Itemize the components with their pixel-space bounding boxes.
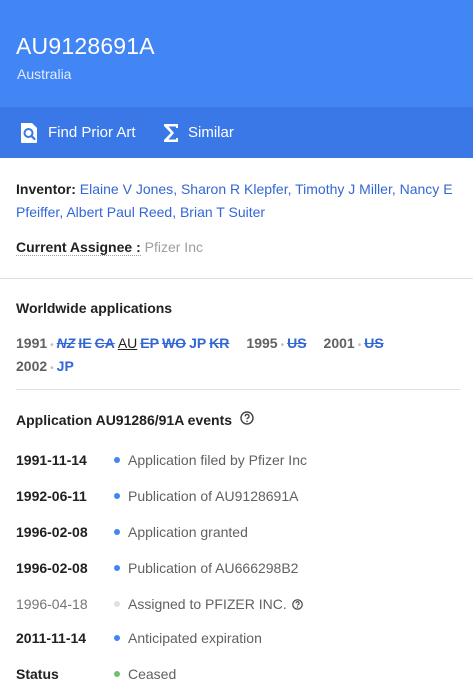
separator-dot: • (50, 363, 54, 374)
country-application-link[interactable]: JP (57, 358, 74, 374)
event-date: 1991-11-14 (16, 452, 87, 468)
event-status-dot (114, 601, 120, 607)
application-year: 1995 (246, 335, 278, 351)
event-row: 1996-04-18 Assigned to PFIZER INC. (16, 593, 456, 615)
search-document-icon (19, 122, 39, 144)
event-date: 1992-06-11 (16, 488, 87, 504)
similar-label: Similar (188, 124, 234, 141)
inventor-link[interactable]: Sharon R Klepfer (181, 181, 288, 197)
separator-dot: • (50, 340, 54, 351)
event-status-dot (114, 671, 120, 677)
country-application-link[interactable]: KR (209, 335, 229, 351)
event-date: 1996-02-08 (16, 524, 88, 540)
country-application-link[interactable]: AU (118, 335, 137, 351)
event-date: 1996-04-18 (16, 596, 88, 612)
event-title: Publication of AU9128691A (128, 488, 299, 504)
event-date: 1996-02-08 (16, 560, 88, 576)
country-application-link[interactable]: JP (189, 335, 206, 351)
event-title: Application filed by Pfizer Inc (128, 452, 307, 468)
application-year: 2001 (323, 335, 355, 351)
current-assignee-value: Pfizer Inc (144, 239, 203, 255)
action-toolbar: Find Prior Art Similar (0, 107, 473, 158)
event-date: Status (16, 666, 59, 682)
country-application-link[interactable]: NZ (57, 335, 76, 351)
event-row: Status Ceased (16, 663, 456, 685)
separator-dot: • (280, 340, 285, 351)
event-status-dot (114, 565, 120, 571)
events-title: Application AU91286/91A events (16, 411, 233, 428)
find-prior-art-button[interactable]: Find Prior Art (19, 107, 136, 158)
country-application-link[interactable]: US (364, 335, 383, 351)
patent-header: AU9128691A Australia (0, 0, 473, 107)
current-assignee-label: Current Assignee : (16, 239, 141, 256)
inventor-link[interactable]: Brian T Suiter (180, 204, 265, 220)
event-title: Assigned to PFIZER INC. (128, 596, 287, 612)
inventor-label: Inventor: (16, 181, 76, 197)
section-divider (16, 389, 460, 390)
events-header: Application AU91286/91A events (16, 411, 473, 428)
event-row: 1996-02-08 Application granted (16, 521, 456, 543)
country-application-link[interactable]: US (287, 335, 306, 351)
event-title: Ceased (128, 666, 177, 682)
application-year: 2002 (16, 358, 48, 374)
event-row: 1991-11-14 Application filed by Pfizer In… (16, 449, 456, 471)
event-date: 2011-11-14 (16, 630, 87, 646)
event-row: 2011-11-14 Anticipated expiration (16, 627, 456, 649)
event-status-dot (114, 457, 120, 463)
country-application-link[interactable]: CA (95, 335, 115, 351)
section-divider (0, 278, 473, 279)
event-status-dot (114, 493, 120, 499)
event-title: Application granted (128, 524, 248, 540)
worldwide-applications-list: 1991 • NZ IE CA AU EP WO JP KR 1995 • US 2001 • US2002 •… (16, 333, 456, 379)
country-application-link[interactable]: WO (162, 335, 186, 351)
sigma-icon (163, 123, 179, 143)
inventor-link[interactable]: Elaine V Jones (80, 181, 173, 197)
inventors-section: Inventor: Elaine V Jones, Sharon R Klepf… (16, 181, 453, 220)
event-status-dot (114, 529, 120, 535)
similar-button[interactable]: Similar (163, 107, 234, 158)
country-label: Australia (17, 66, 72, 82)
country-application-link[interactable]: IE (78, 335, 91, 351)
assignee-section: Current Assignee : Pfizer Inc (16, 236, 456, 258)
inventor-link[interactable]: Timothy J Miller (295, 181, 392, 197)
country-application-link[interactable]: EP (140, 335, 159, 351)
inventor-link[interactable]: Albert Paul Reed (66, 204, 172, 220)
publication-number: AU9128691A (16, 33, 155, 59)
separator-dot: • (357, 340, 362, 351)
find-prior-art-label: Find Prior Art (48, 124, 136, 141)
event-row: 1992-06-11 Publication of AU9128691A (16, 485, 456, 507)
event-title: Anticipated expiration (128, 630, 262, 646)
help-icon[interactable] (291, 598, 303, 610)
application-year: 1991 (16, 335, 48, 351)
event-status-dot (114, 635, 120, 641)
worldwide-applications-title: Worldwide applications (16, 300, 173, 316)
help-icon[interactable] (240, 411, 254, 428)
event-row: 1996-02-08 Publication of AU666298B2 (16, 557, 456, 579)
event-title: Publication of AU666298B2 (128, 560, 299, 576)
